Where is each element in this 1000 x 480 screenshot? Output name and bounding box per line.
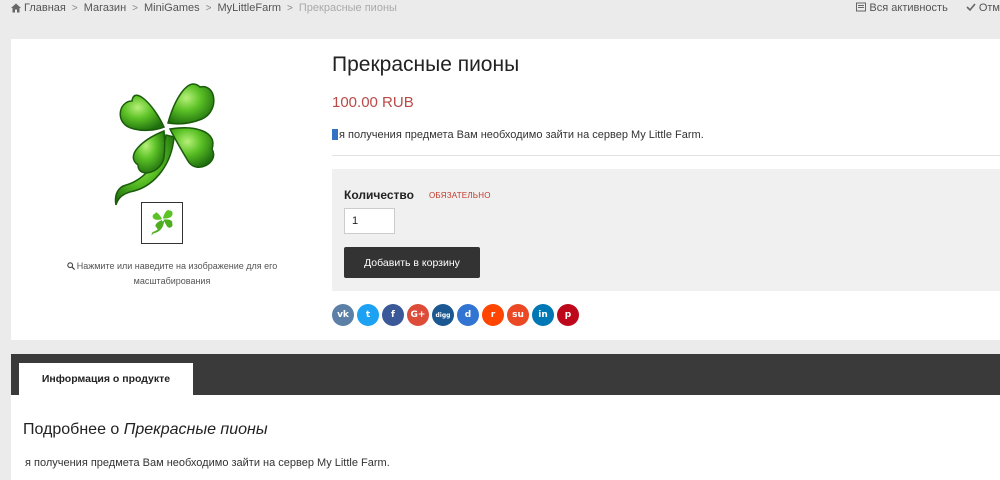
chevron-right-icon: > [71, 2, 78, 14]
clover-icon[interactable] [104, 65, 224, 225]
check-icon [966, 3, 976, 12]
zoom-icon [66, 262, 75, 270]
linkedin-icon: in [538, 310, 548, 320]
home-icon [11, 3, 21, 13]
breadcrumb: Главная > Магазин > MiniGames > MyLittle… [11, 2, 397, 14]
pinterest-icon: p [564, 310, 572, 320]
product-description: я получения предмета Вам необходимо зайт… [332, 129, 704, 141]
delicious-icon: d [464, 310, 472, 320]
reddit-icon: r [490, 310, 496, 320]
vk-icon: vk [337, 310, 349, 320]
zoom-hint: Нажмите или наведите на изображение для … [47, 259, 297, 289]
top-bar: Главная > Магазин > MiniGames > MyLittle… [0, 0, 1000, 20]
top-actions: Вся активность Отм [856, 2, 1000, 14]
digg-icon: digg [435, 311, 451, 319]
all-activity-label: Вся активность [869, 2, 948, 14]
activity-icon [856, 2, 867, 12]
facebook-share-button[interactable]: f [382, 304, 404, 326]
google-plus-icon: G+ [410, 310, 426, 320]
share-buttons: vk t f G+ digg d r su in p [332, 304, 579, 326]
text-cursor [332, 129, 338, 140]
breadcrumb-mylittlefarm[interactable]: MyLittleFarm [217, 2, 281, 14]
required-label: ОБЯЗАТЕЛЬНО [429, 191, 491, 200]
quantity-label: Количество [344, 188, 414, 202]
details-title-prefix: Подробнее о [23, 421, 124, 438]
chevron-right-icon: > [205, 2, 212, 14]
twitter-icon: t [365, 310, 371, 320]
details-title: Подробнее о Прекрасные пионы [23, 421, 268, 439]
tab-product-info[interactable]: Информация о продукте [19, 363, 193, 395]
product-card: Нажмите или наведите на изображение для … [11, 39, 1000, 340]
breadcrumb-home[interactable]: Главная [24, 2, 66, 14]
product-description-text: я получения предмета Вам необходимо зайт… [339, 129, 704, 141]
zoom-hint-line1: Нажмите или наведите на изображение для … [76, 261, 278, 271]
twitter-share-button[interactable]: t [357, 304, 379, 326]
mark-read-link[interactable]: Отм [966, 2, 1000, 14]
quantity-input[interactable] [344, 208, 395, 234]
chevron-right-icon: > [287, 2, 293, 14]
pinterest-share-button[interactable]: p [557, 304, 579, 326]
stumbleupon-icon: su [512, 310, 524, 320]
tab-bar: Информация о продукте [11, 354, 1000, 395]
product-title: Прекрасные пионы [332, 53, 520, 76]
thumbnail[interactable] [141, 202, 183, 244]
divider [332, 155, 1000, 156]
clover-icon [151, 210, 173, 236]
digg-share-button[interactable]: digg [432, 304, 454, 326]
all-activity-link[interactable]: Вся активность [856, 2, 948, 14]
google-plus-share-button[interactable]: G+ [407, 304, 429, 326]
reddit-share-button[interactable]: r [482, 304, 504, 326]
breadcrumb-shop[interactable]: Магазин [84, 2, 126, 14]
stumbleupon-share-button[interactable]: su [507, 304, 529, 326]
details-title-name: Прекрасные пионы [123, 421, 268, 438]
zoom-hint-line2: масштабирования [133, 276, 211, 286]
vk-share-button[interactable]: vk [332, 304, 354, 326]
delicious-share-button[interactable]: d [457, 304, 479, 326]
product-price: 100.00 RUB [332, 94, 414, 111]
mark-read-label: Отм [978, 2, 1000, 14]
details-text: я получения предмета Вам необходимо зайт… [25, 457, 390, 469]
breadcrumb-current: Прекрасные пионы [298, 2, 397, 14]
add-to-cart-button[interactable]: Добавить в корзину [344, 247, 480, 278]
chevron-right-icon: > [132, 2, 138, 14]
tab-content: Подробнее о Прекрасные пионы я получения… [11, 395, 1000, 480]
purchase-options: Количество ОБЯЗАТЕЛЬНО Добавить в корзин… [332, 169, 1000, 291]
facebook-icon: f [391, 310, 395, 320]
linkedin-share-button[interactable]: in [532, 304, 554, 326]
breadcrumb-minigames[interactable]: MiniGames [144, 2, 200, 14]
